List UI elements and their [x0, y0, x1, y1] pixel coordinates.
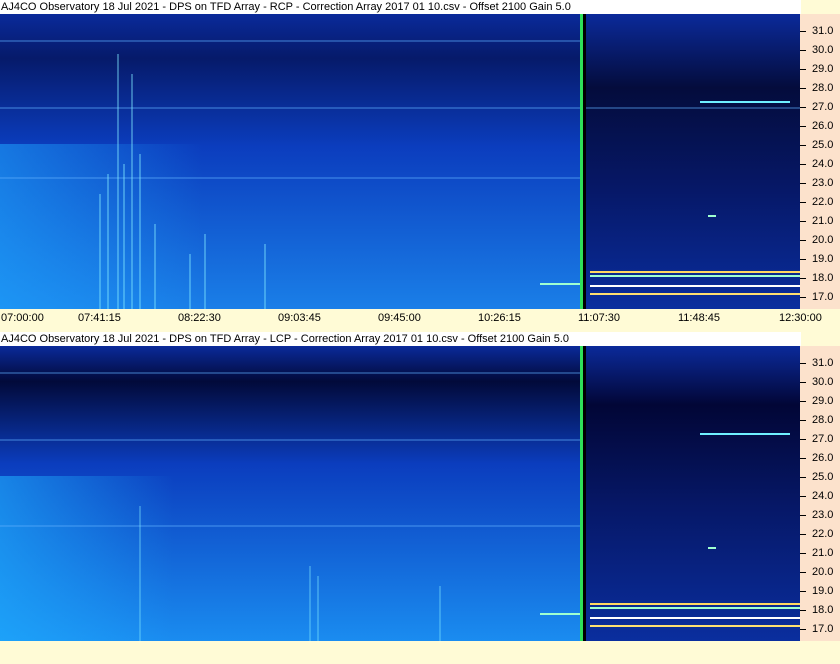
lcp-label-18: 18.0	[812, 604, 834, 616]
lcp-spectrogram-image	[0, 346, 800, 641]
rcp-title: AJ4CO Observatory 18 Jul 2021 - DPS on T…	[0, 0, 801, 14]
rcp-tick-26	[800, 126, 806, 127]
lcp-tick-29	[800, 401, 806, 402]
rcp-spectrogram-image	[0, 14, 800, 309]
rcp-tick-21	[800, 221, 806, 222]
lcp-tick-17	[800, 629, 806, 630]
lcp-label-19: 19.0	[812, 585, 834, 597]
lcp-label-22: 22.0	[812, 528, 834, 540]
lcp-label-29: 29.0	[812, 395, 834, 407]
rcp-label-18: 18.0	[812, 272, 834, 284]
rcp-tick-23	[800, 183, 806, 184]
lcp-label-28: 28.0	[812, 414, 834, 426]
lcp-tick-22	[800, 534, 806, 535]
rcp-spectrogram	[0, 14, 800, 309]
lcp-tick-26	[800, 458, 806, 459]
time-label: 07:00:00	[1, 312, 44, 324]
rcp-label-27: 27.0	[812, 101, 834, 113]
time-label: 11:48:45	[678, 312, 721, 324]
rcp-frequency-axis: 31.0 30.0 29.0 28.0 27.0 26.0 25.0 24.0 …	[800, 14, 840, 309]
lcp-tick-21	[800, 553, 806, 554]
lcp-label-17: 17.0	[812, 623, 834, 635]
rcp-tick-18	[800, 278, 806, 279]
lcp-spectrogram	[0, 346, 800, 641]
rcp-tick-29	[800, 69, 806, 70]
time-label: 07:41:15	[78, 312, 121, 324]
lcp-tick-30	[800, 382, 806, 383]
time-label: 12:30:00	[779, 312, 822, 324]
rcp-tick-28	[800, 88, 806, 89]
rcp-tick-22	[800, 202, 806, 203]
lcp-tick-19	[800, 591, 806, 592]
rcp-label-31: 31.0	[812, 25, 834, 37]
rcp-label-20: 20.0	[812, 234, 834, 246]
lcp-tick-24	[800, 496, 806, 497]
lcp-tick-23	[800, 515, 806, 516]
rcp-tick-27	[800, 107, 806, 108]
rcp-label-26: 26.0	[812, 120, 834, 132]
rcp-label-19: 19.0	[812, 253, 834, 265]
time-label: 08:22:30	[178, 312, 221, 324]
lcp-tick-18	[800, 610, 806, 611]
rcp-label-29: 29.0	[812, 63, 834, 75]
lcp-label-23: 23.0	[812, 509, 834, 521]
rcp-label-30: 30.0	[812, 44, 834, 56]
rcp-label-28: 28.0	[812, 82, 834, 94]
lcp-tick-20	[800, 572, 806, 573]
lcp-label-21: 21.0	[812, 547, 834, 559]
rcp-label-17: 17.0	[812, 291, 834, 303]
time-label: 09:03:45	[278, 312, 321, 324]
lcp-tick-31	[800, 363, 806, 364]
rcp-tick-19	[800, 259, 806, 260]
lcp-label-31: 31.0	[812, 357, 834, 369]
rcp-label-22: 22.0	[812, 196, 834, 208]
lcp-label-27: 27.0	[812, 433, 834, 445]
lcp-label-25: 25.0	[812, 471, 834, 483]
lcp-panel: AJ4CO Observatory 18 Jul 2021 - DPS on T…	[0, 332, 840, 664]
lcp-frequency-axis: 31.0 30.0 29.0 28.0 27.0 26.0 25.0 24.0 …	[800, 346, 840, 641]
rcp-tick-20	[800, 240, 806, 241]
rcp-tick-24	[800, 164, 806, 165]
time-label: 10:26:15	[478, 312, 521, 324]
rcp-tick-17	[800, 297, 806, 298]
rcp-label-25: 25.0	[812, 139, 834, 151]
time-label: 09:45:00	[378, 312, 421, 324]
lcp-label-30: 30.0	[812, 376, 834, 388]
lcp-label-20: 20.0	[812, 566, 834, 578]
rcp-tick-25	[800, 145, 806, 146]
lcp-label-26: 26.0	[812, 452, 834, 464]
rcp-tick-30	[800, 50, 806, 51]
rcp-panel: AJ4CO Observatory 18 Jul 2021 - DPS on T…	[0, 0, 840, 328]
lcp-title: AJ4CO Observatory 18 Jul 2021 - DPS on T…	[0, 332, 801, 346]
rcp-tick-31	[800, 31, 806, 32]
rcp-label-24: 24.0	[812, 158, 834, 170]
lcp-tick-28	[800, 420, 806, 421]
lcp-label-24: 24.0	[812, 490, 834, 502]
rcp-label-21: 21.0	[812, 215, 834, 227]
time-label: 11:07:30	[578, 312, 621, 324]
lcp-tick-27	[800, 439, 806, 440]
rcp-label-23: 23.0	[812, 177, 834, 189]
rcp-time-axis: 07:00:00 07:41:15 08:22:30 09:03:45 09:4…	[0, 309, 840, 327]
lcp-tick-25	[800, 477, 806, 478]
